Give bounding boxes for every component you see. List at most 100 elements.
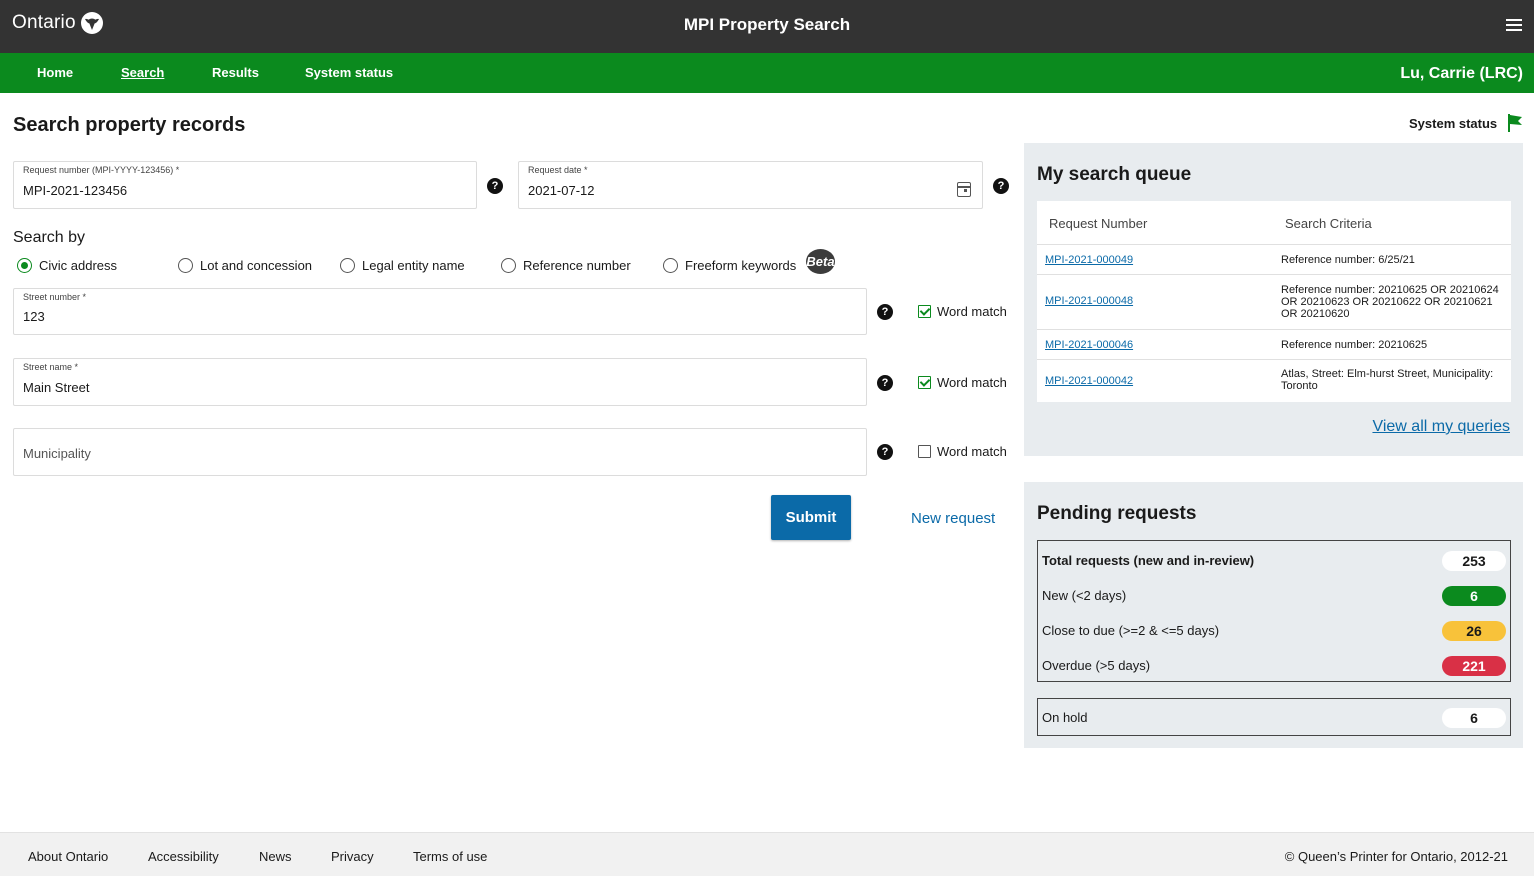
search-criteria: Reference number: 6/25/21 <box>1281 254 1415 266</box>
request-number-label: Request number (MPI-YYYY-123456) * <box>23 165 180 175</box>
main-nav: Home Search Results System status Lu, Ca… <box>0 53 1534 93</box>
radio-legal-entity-name[interactable]: Legal entity name <box>340 258 465 273</box>
column-header: Search Criteria <box>1285 216 1372 231</box>
footer-privacy[interactable]: Privacy <box>331 849 374 864</box>
footer-terms-of-use[interactable]: Terms of use <box>413 849 487 864</box>
search-criteria: Reference number: 20210625 <box>1281 339 1428 351</box>
footer-about-ontario[interactable]: About Ontario <box>28 849 108 864</box>
checkbox-icon <box>918 445 931 458</box>
flag-icon <box>1508 114 1523 132</box>
checkbox-checked-icon <box>918 305 931 318</box>
radio-icon <box>663 258 678 273</box>
word-match-label: Word match <box>937 444 1007 459</box>
radio-freeform-keywords[interactable]: Freeform keywords <box>663 258 796 273</box>
municipality-word-match[interactable]: Word match <box>918 444 1007 459</box>
request-number-field[interactable]: Request number (MPI-YYYY-123456) * MPI-2… <box>13 161 477 209</box>
pending-overdue-label: Overdue (>5 days) <box>1042 658 1151 673</box>
street-number-help-icon[interactable]: ? <box>877 304 893 320</box>
radio-reference-number[interactable]: Reference number <box>501 258 631 273</box>
word-match-label: Word match <box>937 375 1007 390</box>
page-title: Search property records <box>13 114 246 136</box>
municipality-help-icon[interactable]: ? <box>877 444 893 460</box>
request-link[interactable]: MPI-2021-000048 <box>1045 295 1133 307</box>
footer-accessibility[interactable]: Accessibility <box>148 849 219 864</box>
hamburger-menu-icon[interactable] <box>1506 19 1522 33</box>
app-title: MPI Property Search <box>683 15 851 34</box>
footer: About Ontario Accessibility News Privacy… <box>0 832 1534 876</box>
copyright: © Queen’s Printer for Ontario, 2012-21 <box>1284 849 1508 864</box>
nav-results[interactable]: Results <box>212 65 259 80</box>
request-number-value: MPI-2021-123456 <box>23 183 128 198</box>
pending-total-count: 253 <box>1442 551 1506 571</box>
checkbox-checked-icon <box>918 376 931 389</box>
word-match-label: Word match <box>937 304 1007 319</box>
radio-label: Civic address <box>39 258 118 273</box>
search-queue-panel: My search queue Request Number Search Cr… <box>1024 143 1523 456</box>
user-name[interactable]: Lu, Carrie (LRC) <box>1400 65 1523 83</box>
pending-close-to-due-count: 26 <box>1442 621 1506 641</box>
request-date-field[interactable]: Request date * 2021-07-12 <box>518 161 983 209</box>
municipality-field[interactable]: Municipality <box>13 428 867 476</box>
street-name-field[interactable]: Street name * Main Street <box>13 358 867 406</box>
pending-new-count: 6 <box>1442 586 1506 606</box>
street-name-value: Main Street <box>23 380 90 395</box>
radio-icon <box>501 258 516 273</box>
radio-label: Freeform keywords <box>685 258 797 273</box>
calendar-icon[interactable] <box>957 182 971 197</box>
radio-lot-and-concession[interactable]: Lot and concession <box>178 258 312 273</box>
request-link[interactable]: MPI-2021-000042 <box>1045 375 1133 387</box>
request-link[interactable]: MPI-2021-000049 <box>1045 254 1133 266</box>
municipality-placeholder: Municipality <box>23 446 91 461</box>
request-date-label: Request date * <box>528 165 588 175</box>
system-status-label: System status <box>1409 115 1498 131</box>
table-row: MPI-2021-000049 Reference number: 6/25/2… <box>1037 245 1511 275</box>
request-link[interactable]: MPI-2021-000046 <box>1045 339 1133 351</box>
search-criteria: Reference number: 20210625 OR 20210624 O… <box>1281 284 1499 320</box>
radio-icon <box>340 258 355 273</box>
search-queue-table: Request Number Search Criteria MPI-2021-… <box>1037 201 1511 402</box>
nav-system-status[interactable]: System status <box>305 65 393 80</box>
street-name-word-match[interactable]: Word match <box>918 375 1007 390</box>
table-row: MPI-2021-000048 Reference number: 202106… <box>1037 275 1511 330</box>
pending-total-label: Total requests (new and in-review) <box>1042 553 1255 568</box>
pending-overdue-count: 221 <box>1442 656 1506 676</box>
on-hold-count: 6 <box>1442 708 1506 728</box>
radio-label: Legal entity name <box>362 258 465 273</box>
table-row: MPI-2021-000046 Reference number: 202106… <box>1037 330 1511 360</box>
pending-requests-title: Pending requests <box>1037 503 1197 524</box>
view-all-queries-link[interactable]: View all my queries <box>1372 418 1510 436</box>
submit-button[interactable]: Submit <box>771 495 851 540</box>
pending-requests-panel: Pending requests Total requests (new and… <box>1024 482 1523 748</box>
beta-badge: Beta <box>806 249 835 274</box>
radio-civic-address[interactable]: Civic address <box>17 258 117 273</box>
new-request-link[interactable]: New request <box>911 510 995 527</box>
request-date-value: 2021-07-12 <box>528 183 595 198</box>
table-row: MPI-2021-000042 Atlas, Street: Elm-hurst… <box>1037 360 1511 402</box>
street-number-field[interactable]: Street number * 123 <box>13 288 867 335</box>
search-by-heading: Search by <box>13 229 86 246</box>
street-number-word-match[interactable]: Word match <box>918 304 1007 319</box>
pending-new-label: New (<2 days) <box>1042 588 1127 603</box>
column-header: Request Number <box>1049 216 1148 231</box>
street-name-label: Street name * <box>23 362 79 372</box>
system-status-indicator[interactable]: System status <box>1409 114 1523 132</box>
pending-summary-table: Total requests (new and in-review) 253 N… <box>1037 540 1511 682</box>
street-number-value: 123 <box>23 309 45 324</box>
nav-search[interactable]: Search <box>121 65 164 80</box>
radio-label: Reference number <box>523 258 631 273</box>
on-hold-label: On hold <box>1042 710 1088 725</box>
footer-news[interactable]: News <box>259 849 292 864</box>
radio-label: Lot and concession <box>200 258 313 273</box>
radio-selected-icon <box>17 258 32 273</box>
request-date-help-icon[interactable]: ? <box>993 178 1009 194</box>
street-name-help-icon[interactable]: ? <box>877 375 893 391</box>
radio-icon <box>178 258 193 273</box>
pending-close-to-due-label: Close to due (>=2 & <=5 days) <box>1042 623 1220 638</box>
search-criteria: Atlas, Street: Elm-hurst Street, Municip… <box>1281 368 1494 392</box>
search-queue-title: My search queue <box>1037 164 1192 185</box>
on-hold-table: On hold 6 <box>1037 698 1511 736</box>
nav-home[interactable]: Home <box>37 65 73 80</box>
table-header: Request Number Search Criteria <box>1037 201 1511 245</box>
street-number-label: Street number * <box>23 292 87 302</box>
request-number-help-icon[interactable]: ? <box>487 178 503 194</box>
